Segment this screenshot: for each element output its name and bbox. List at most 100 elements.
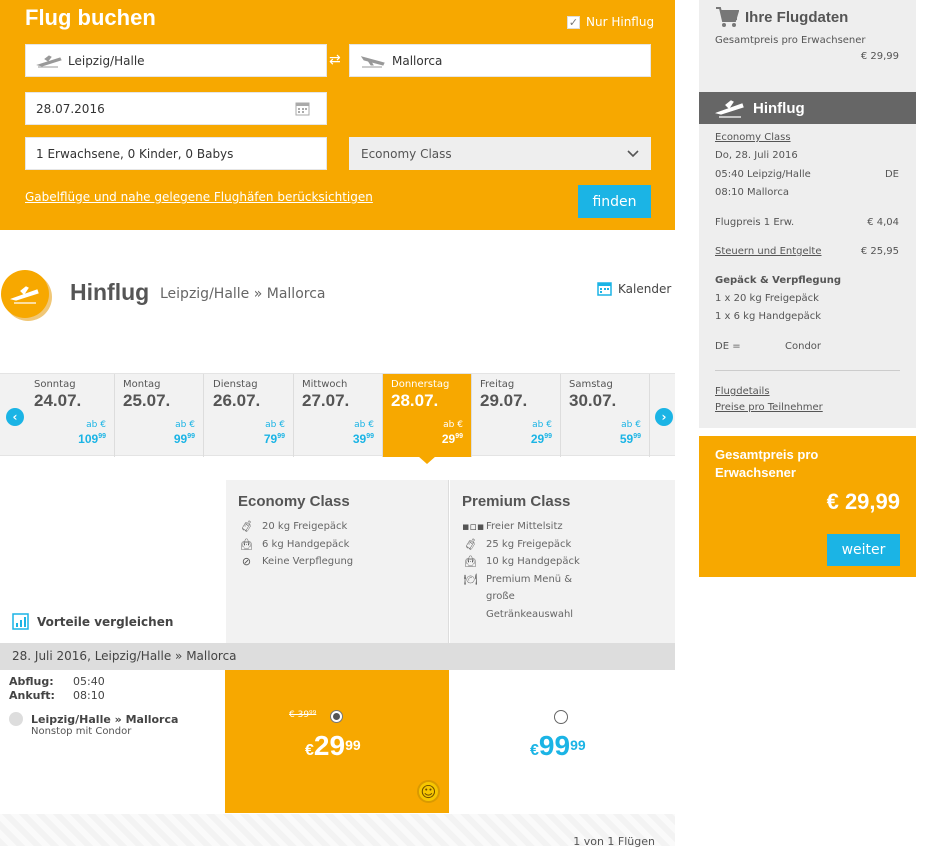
economy-class-column: Economy Class 🧳︎ 20 kg Freigepäck 👜︎ 6 kg …	[226, 480, 449, 643]
compare-label: Vorteile vergleichen	[37, 614, 174, 629]
next-week-button[interactable]: ›	[655, 408, 673, 426]
day-weekday: Dienstag	[213, 379, 258, 390]
premium-price-cell[interactable]: €9999	[450, 670, 675, 813]
economy-old-price: € 39⁹⁹	[289, 710, 317, 720]
flight-route: Leipzig/Halle » Mallorca	[31, 712, 179, 726]
calendar-icon	[597, 282, 612, 296]
feature-row: 👜︎ 10 kg Handgepäck	[462, 553, 663, 571]
plane-icon	[715, 100, 744, 118]
day-date: 28.07.	[391, 391, 439, 410]
flight-data-summary: Ihre Flugdaten Gesamtpreis pro Erwachsen…	[699, 0, 916, 92]
chart-icon	[12, 613, 29, 630]
departure-label: Abflug:	[9, 675, 54, 688]
economy-radio-selected[interactable]	[330, 710, 343, 723]
summary-title: Ihre Flugdaten	[745, 8, 849, 26]
day-weekday: Montag	[123, 379, 161, 390]
feature-row: 🧳︎ 25 kg Freigepäck	[462, 536, 663, 554]
day-tab-24[interactable]: Sonntag 24.07. ab €10999	[26, 374, 115, 457]
grand-total-value: € 29,99	[826, 489, 900, 514]
cabin-select[interactable]: Economy Class	[349, 137, 651, 170]
day-price: ab €2999	[441, 420, 463, 446]
leg-details: Economy Class Do, 28. Juli 2016 05:40 Le…	[699, 124, 916, 428]
day-weekday: Freitag	[480, 379, 515, 390]
economy-price-cell[interactable]: € 39⁹⁹ €2999 ☺	[225, 670, 449, 813]
day-tab-26[interactable]: Dienstag 26.07. ab €7999	[205, 374, 294, 457]
day-tab-27[interactable]: Mittwoch 27.07. ab €3999	[294, 374, 383, 457]
departure-plane-icon	[36, 54, 62, 67]
premium-price: €9999	[530, 730, 586, 761]
feature-row: ▪▫▪ Freier Mittelsitz	[462, 518, 663, 536]
day-tab-30[interactable]: Samstag 30.07. ab €5999	[561, 374, 650, 457]
outbound-route: Leipzig/Halle » Mallorca	[160, 286, 326, 302]
outbound-heading: Hinflug	[70, 279, 150, 305]
leg-arrival: 08:10 Mallorca	[715, 187, 789, 198]
flight-info: Abflug: 05:40 Ankuft: 08:10 Leipzig/Halle …	[9, 675, 219, 737]
handbag-icon: 👜︎	[239, 537, 254, 551]
economy-class-title: Economy Class	[238, 493, 350, 510]
handbag-icon: 👜︎	[463, 555, 478, 568]
tax-label[interactable]: Steuern und Entgelte	[715, 246, 822, 257]
summary-total-label: Gesamtpreis pro Erwachsener	[715, 35, 866, 46]
passengers-field[interactable]: 1 Erwachsene, 0 Kinder, 0 Babys	[25, 137, 327, 170]
flight-select-radio[interactable]	[9, 712, 23, 726]
leg-title: Hinflug	[753, 99, 805, 117]
leg-date: Do, 28. Juli 2016	[715, 150, 798, 161]
day-price: ab €2999	[530, 420, 552, 446]
flight-date-bar: 28. Juli 2016, Leipzig/Halle » Mallorca	[0, 643, 675, 670]
calendar-icon[interactable]	[295, 101, 310, 116]
fare-value: € 4,04	[867, 217, 899, 228]
baggage-item: 1 x 20 kg Freigepäck	[715, 293, 819, 304]
to-value: Mallorca	[392, 53, 443, 68]
continue-button[interactable]: weiter	[827, 534, 900, 566]
day-price: ab €5999	[619, 420, 641, 446]
flight-details-link[interactable]: Flugdetails	[715, 386, 770, 397]
compare-benefits-link[interactable]: Vorteile vergleichen	[12, 613, 173, 630]
feature-row: 🧳︎ 20 kg Freigepäck	[238, 518, 436, 536]
arrival-label: Ankuft:	[9, 689, 55, 702]
prices-per-person-link[interactable]: Preise pro Teilnehmer	[715, 402, 823, 413]
leg-departure-code: DE	[884, 169, 899, 180]
to-field[interactable]: Mallorca	[349, 44, 651, 77]
suitcase-icon: 🧳︎	[463, 537, 478, 551]
premium-radio[interactable]	[554, 710, 568, 724]
baggage-item: 1 x 6 kg Handgepäck	[715, 311, 822, 322]
day-tab-28-selected[interactable]: Donnerstag 28.07. ab €2999	[383, 374, 472, 457]
tax-value: € 25,95	[860, 246, 899, 257]
day-price: ab €3999	[352, 420, 374, 446]
leg-cabin[interactable]: Economy Class	[715, 132, 791, 143]
checkbox-icon[interactable]: ✓	[567, 15, 580, 29]
swap-icon[interactable]: ⇄	[329, 52, 341, 68]
day-weekday: Samstag	[569, 379, 613, 390]
fare-label: Flugpreis 1 Erw.	[715, 217, 795, 228]
only-outbound-checkbox[interactable]: ✓ Nur Hinflug	[567, 15, 654, 29]
day-date: 25.07.	[123, 391, 171, 410]
calendar-link[interactable]: Kalender	[597, 281, 671, 296]
only-outbound-label: Nur Hinflug	[586, 15, 655, 29]
from-value: Leipzig/Halle	[68, 53, 145, 68]
day-tab-25[interactable]: Montag 25.07. ab €9999	[115, 374, 204, 457]
nearby-airports-link[interactable]: Gabelflüge und nahe gelegene Flughäfen b…	[25, 190, 373, 204]
results-count: 1 von 1 Flügen	[573, 835, 655, 848]
date-field[interactable]: 28.07.2016	[25, 92, 327, 125]
arrival-plane-icon	[360, 55, 385, 67]
suitcase-icon: 🧳︎	[239, 520, 254, 533]
day-price: ab €9999	[173, 420, 195, 446]
seat-icon: ▪▫▪	[462, 520, 485, 533]
search-button[interactable]: finden	[578, 185, 651, 218]
baggage-title: Gepäck & Verpflegung	[715, 275, 841, 286]
day-tab-29[interactable]: Freitag 29.07. ab €2999	[472, 374, 561, 457]
calendar-label: Kalender	[618, 281, 672, 296]
carrier-code: DE =	[715, 341, 741, 352]
booking-title: Flug buchen	[25, 5, 156, 30]
leg-header: Hinflug	[699, 92, 916, 124]
prev-week-button[interactable]: ‹	[6, 408, 24, 426]
results-footer: 1 von 1 Flügen	[0, 814, 675, 848]
day-weekday: Donnerstag	[391, 379, 450, 390]
grand-total-panel: Gesamtpreis pro Erwachsener € 29,99 weit…	[699, 436, 916, 577]
day-date: 30.07.	[569, 391, 617, 410]
divider	[715, 370, 900, 371]
day-price: ab €7999	[263, 420, 285, 446]
day-date: 29.07.	[480, 391, 528, 410]
from-field[interactable]: Leipzig/Halle	[25, 44, 327, 77]
premium-class-column: Premium Class ▪▫▪ Freier Mittelsitz 🧳︎ 25 …	[450, 480, 675, 643]
